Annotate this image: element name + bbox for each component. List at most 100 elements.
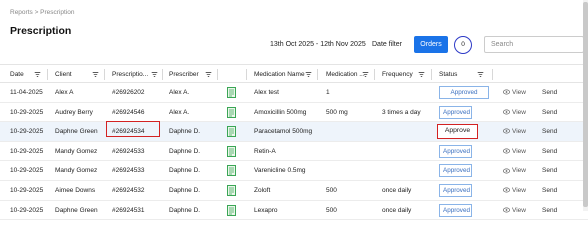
view-button[interactable]: View	[503, 83, 526, 102]
column-header-medication-strength[interactable]: Medication ...	[326, 65, 365, 84]
send-button[interactable]: Send	[542, 181, 557, 200]
table-body: 11-04-2025 Alex A #26926202 Alex A. Alex tes…	[0, 83, 588, 221]
eye-icon	[503, 207, 510, 213]
cell-client: Alex A	[55, 89, 74, 96]
cell-prescriber: Daphne D.	[169, 147, 201, 155]
view-button[interactable]: View	[503, 103, 526, 122]
cell-date: 10-29-2025	[10, 147, 44, 155]
send-button[interactable]: Send	[542, 122, 557, 141]
cell-medication-strength: 500	[326, 186, 337, 194]
send-button[interactable]: Send	[542, 142, 557, 161]
send-button[interactable]: Send	[542, 201, 557, 220]
prescription-document-icon[interactable]	[227, 106, 236, 118]
status-badge: Approved	[439, 105, 472, 119]
send-button[interactable]: Send	[542, 83, 557, 102]
view-label: View	[512, 108, 526, 116]
cell-prescription-id: #26924546	[112, 108, 145, 116]
cell-medication-strength: 500	[326, 206, 337, 214]
cell-client: Audrey Berry	[55, 108, 93, 116]
cell-date: 10-29-2025	[10, 186, 44, 194]
prescription-table: Date Client Prescriptio... Prescriber Me…	[0, 64, 588, 221]
scrollbar-thumb[interactable]	[583, 2, 588, 207]
orders-count-badge[interactable]: 0	[454, 36, 472, 54]
eye-icon	[503, 187, 510, 193]
date-range-label: 13th Oct 2025 - 12th Nov 2025	[270, 41, 366, 48]
table-row[interactable]: 10-29-2025 Mandy Gomez #26924533 Daphne D. V…	[0, 161, 588, 181]
breadcrumb[interactable]: Reports > Prescription	[10, 9, 75, 16]
cell-date: 11-04-2025	[10, 89, 43, 96]
vertical-scrollbar[interactable]	[583, 0, 588, 211]
cell-prescriber: Alex A.	[169, 108, 190, 116]
view-button[interactable]: View	[503, 122, 526, 141]
view-label: View	[512, 167, 526, 175]
column-header-prescriber[interactable]: Prescriber	[169, 65, 199, 84]
cell-frequency: 3 times a day	[382, 108, 421, 116]
eye-icon	[503, 148, 510, 154]
filter-icon[interactable]	[305, 71, 312, 78]
prescription-document-icon[interactable]	[227, 145, 236, 157]
table-row[interactable]: 10-29-2025 Aimee Downs #26924532 Daphne D. Z…	[0, 181, 588, 201]
view-button[interactable]: View	[503, 201, 526, 220]
table-row[interactable]: 10-29-2025 Daphne Green #26924531 Daphne D.…	[0, 201, 588, 221]
cell-frequency: once daily	[382, 206, 412, 214]
cell-medication-name: Alex test	[254, 89, 279, 96]
prescription-document-icon[interactable]	[227, 184, 236, 196]
filter-icon[interactable]	[477, 71, 484, 78]
column-header-frequency[interactable]: Frequency	[382, 65, 413, 84]
status-badge: Approved	[439, 203, 472, 217]
table-header: Date Client Prescriptio... Prescriber Me…	[0, 64, 588, 83]
cell-date: 10-29-2025	[10, 128, 44, 136]
view-button[interactable]: View	[503, 181, 526, 200]
orders-button[interactable]: Orders	[414, 36, 448, 53]
search-input[interactable]: Search	[484, 36, 584, 53]
send-button[interactable]: Send	[542, 103, 557, 122]
date-filter-button[interactable]: Date filter	[368, 37, 406, 53]
filter-icon[interactable]	[362, 71, 369, 78]
filter-icon[interactable]	[34, 71, 41, 78]
status-badge: Approved	[439, 144, 472, 158]
column-header-date[interactable]: Date	[10, 65, 24, 84]
filter-icon[interactable]	[205, 71, 212, 78]
column-header-prescription[interactable]: Prescriptio...	[112, 65, 148, 84]
cell-prescription-id: #26924533	[112, 147, 145, 155]
status-badge: Approved	[439, 86, 489, 99]
table-row[interactable]: 10-29-2025 Daphne Green #26924534 Daphne D.…	[0, 122, 588, 142]
filter-icon[interactable]	[418, 71, 425, 78]
cell-medication-name: Retin-A	[254, 147, 276, 155]
cell-client: Mandy Gomez	[55, 167, 98, 175]
approve-button[interactable]: Approve	[437, 124, 478, 140]
cell-medication-name: Paracetamol 500mg	[254, 128, 313, 136]
filter-icon[interactable]	[92, 71, 99, 78]
cell-medication-strength: 500 mg	[326, 108, 348, 116]
eye-icon	[503, 129, 510, 134]
prescription-document-icon[interactable]	[227, 87, 236, 98]
cell-medication-name: Amoxicillin 500mg	[254, 108, 307, 116]
table-row[interactable]: 11-04-2025 Alex A #26926202 Alex A. Alex tes…	[0, 83, 588, 103]
cell-date: 10-29-2025	[10, 108, 44, 116]
prescription-document-icon[interactable]	[227, 165, 236, 177]
eye-icon	[503, 109, 510, 115]
view-button[interactable]: View	[503, 142, 526, 161]
view-label: View	[512, 147, 526, 155]
table-row[interactable]: 10-29-2025 Mandy Gomez #26924533 Daphne D. R…	[0, 142, 588, 162]
highlight-prescription-id	[106, 121, 160, 137]
prescription-document-icon[interactable]	[227, 204, 236, 216]
cell-client: Daphne Green	[55, 128, 98, 136]
status-badge: Approved	[439, 164, 472, 178]
send-button[interactable]: Send	[542, 161, 557, 180]
column-header-medication-name[interactable]: Medication Name	[254, 65, 305, 84]
status-badge: Approved	[439, 183, 472, 197]
view-label: View	[512, 128, 526, 136]
cell-prescription-id: #26926202	[112, 89, 145, 96]
column-header-status[interactable]: Status	[439, 65, 457, 84]
filter-icon[interactable]	[151, 71, 158, 78]
cell-prescription-id: #26924532	[112, 186, 145, 194]
view-label: View	[512, 206, 526, 214]
cell-prescription-id: #26924533	[112, 167, 145, 175]
eye-icon	[503, 168, 510, 174]
column-header-client[interactable]: Client	[55, 65, 72, 84]
view-button[interactable]: View	[503, 161, 526, 180]
prescription-document-icon[interactable]	[227, 126, 236, 138]
table-row[interactable]: 10-29-2025 Audrey Berry #26924546 Alex A. Am…	[0, 103, 588, 123]
cell-medication-name: Zoloft	[254, 186, 271, 194]
